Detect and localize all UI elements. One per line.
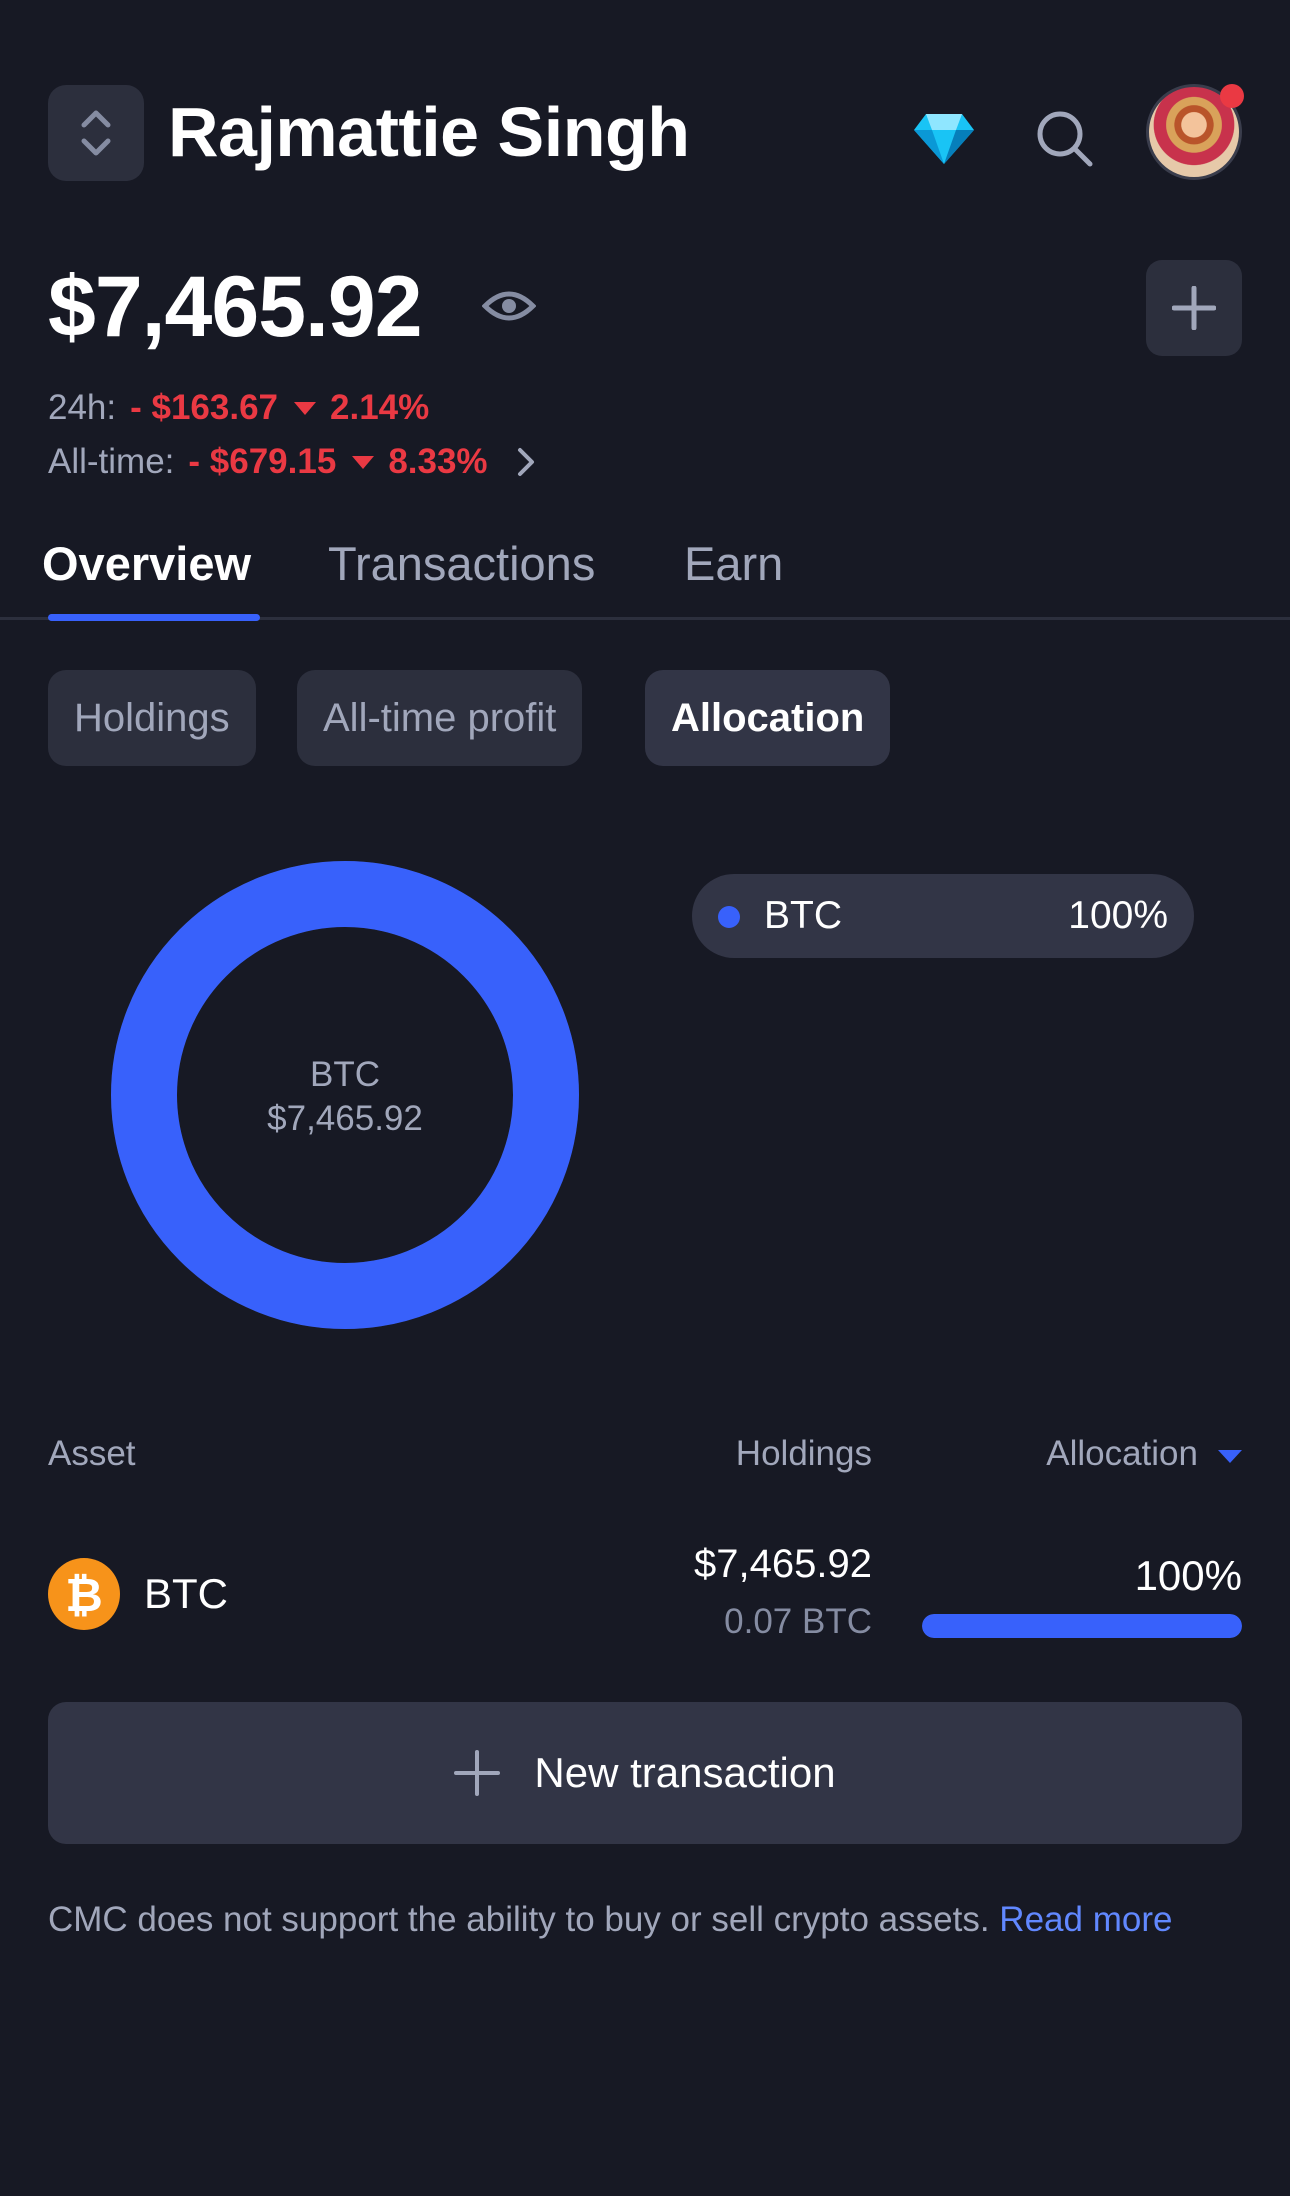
change-24h-pct: 2.14% xyxy=(330,388,430,427)
sort-desc-icon[interactable] xyxy=(1218,1450,1242,1463)
header: Rajmattie Singh xyxy=(48,84,1244,182)
bitcoin-icon: ₿ xyxy=(48,1558,120,1630)
change-alltime[interactable]: All-time: - $679.15 8.33% xyxy=(48,442,536,482)
plus-icon xyxy=(454,1750,501,1796)
allocation-pct: 100% xyxy=(1134,1552,1242,1599)
eye-icon[interactable] xyxy=(482,286,536,326)
change-24h-label: 24h: xyxy=(48,388,117,427)
legend-name: BTC xyxy=(764,894,842,937)
legend-pct: 100% xyxy=(1068,894,1168,937)
tab-earn[interactable]: Earn xyxy=(684,536,783,591)
chip-holdings[interactable]: Holdings xyxy=(48,670,256,766)
chip-alltime-profit[interactable]: All-time profit xyxy=(297,670,583,766)
holdings-usd: $7,465.92 xyxy=(694,1542,872,1586)
diamond-icon[interactable] xyxy=(912,112,976,166)
search-icon[interactable] xyxy=(1034,108,1096,170)
chevron-up-down-icon xyxy=(81,110,111,156)
triangle-down-icon xyxy=(294,401,317,415)
tab-overview[interactable]: Overview xyxy=(42,536,251,591)
column-header-asset: Asset xyxy=(48,1434,136,1473)
portfolio-switcher-button[interactable] xyxy=(48,85,144,181)
column-header-allocation[interactable]: Allocation xyxy=(1046,1434,1198,1474)
donut-center-value: $7,465.92 xyxy=(267,1099,423,1138)
add-portfolio-button[interactable] xyxy=(1146,260,1242,356)
change-alltime-label: All-time: xyxy=(48,442,175,481)
legend-color-dot xyxy=(718,906,740,928)
holdings-qty: 0.07 BTC xyxy=(724,1602,872,1641)
portfolio-name[interactable]: Rajmattie Singh xyxy=(168,92,690,172)
active-tab-indicator xyxy=(48,614,260,621)
donut-center-label: BTC xyxy=(310,1055,380,1094)
legend-item-btc[interactable]: BTC 100% xyxy=(692,874,1194,958)
change-alltime-pct: 8.33% xyxy=(388,442,488,481)
allocation-donut-chart: BTC $7,465.92 xyxy=(111,861,579,1329)
tab-transactions[interactable]: Transactions xyxy=(328,536,595,591)
total-balance: $7,465.92 xyxy=(48,259,423,355)
asset-symbol: BTC xyxy=(144,1570,228,1617)
tab-bar: Overview Transactions Earn xyxy=(0,536,1290,620)
donut-segment-btc xyxy=(111,861,579,1329)
change-alltime-value: - $679.15 xyxy=(188,442,337,481)
notification-dot xyxy=(1220,84,1244,108)
allocation-bar-fill xyxy=(922,1614,1242,1638)
read-more-link[interactable]: Read more xyxy=(999,1900,1172,1939)
new-transaction-button[interactable]: New transaction xyxy=(48,1702,1242,1844)
change-24h-value: - $163.67 xyxy=(130,388,279,427)
change-24h: 24h: - $163.67 2.14% xyxy=(48,388,429,428)
plus-icon xyxy=(1172,286,1216,330)
column-header-holdings[interactable]: Holdings xyxy=(736,1434,872,1474)
portfolio-screen: Rajmattie Singh $7,465.92 24h: - $163.67… xyxy=(0,0,1290,2196)
disclaimer: CMC does not support the ability to buy … xyxy=(48,1892,1242,1947)
new-transaction-label: New transaction xyxy=(534,1749,836,1796)
allocation-bar xyxy=(922,1614,1242,1638)
triangle-down-icon xyxy=(352,455,375,469)
chevron-right-icon xyxy=(517,448,534,476)
disclaimer-text: CMC does not support the ability to buy … xyxy=(48,1900,990,1939)
chip-allocation[interactable]: Allocation xyxy=(645,670,891,766)
